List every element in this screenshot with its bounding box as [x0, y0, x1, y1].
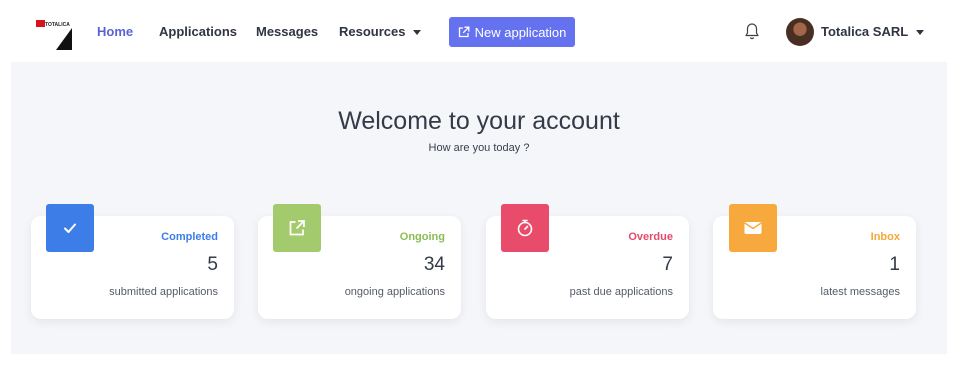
nav-link-resources[interactable]: Resources [339, 24, 422, 39]
page-subtitle: How are you today ? [428, 142, 530, 154]
stat-tile-ongoing [273, 204, 321, 252]
stat-count: 34 [423, 254, 445, 275]
stat-count: 1 [889, 254, 900, 275]
stat-tile-overdue [501, 204, 549, 252]
external-link-icon [289, 220, 305, 236]
stat-tile-completed [46, 204, 94, 252]
stat-description: ongoing applications [344, 286, 445, 298]
new-application-label: New application [474, 24, 567, 40]
top-navbar: TOTALICA Home Applications Messages Reso… [0, 0, 958, 62]
stat-title: Ongoing [399, 231, 445, 243]
new-application-button[interactable]: New application [449, 17, 575, 47]
stat-count: 7 [662, 254, 673, 275]
nav-link-messages[interactable]: Messages [256, 24, 318, 39]
stat-title: Overdue [628, 231, 673, 243]
stat-description: submitted applications [109, 286, 218, 298]
stat-title: Inbox [870, 231, 900, 243]
user-menu[interactable]: Totalica SARL [821, 24, 925, 39]
chevron-down-icon [413, 30, 422, 36]
stat-description: latest messages [820, 286, 900, 298]
nav-link-home[interactable]: Home [97, 24, 133, 39]
bell-icon[interactable] [744, 22, 760, 40]
dashboard-panel: Welcome to your account How are you toda… [11, 62, 947, 354]
nav-link-resources-label: Resources [339, 24, 406, 39]
stat-description: past due applications [569, 286, 673, 298]
chevron-down-icon [916, 30, 925, 36]
stat-tile-inbox [729, 204, 777, 252]
svg-text:TOTALICA: TOTALICA [45, 22, 70, 28]
user-name: Totalica SARL [821, 24, 909, 39]
stopwatch-icon [517, 219, 533, 237]
envelope-icon [744, 222, 762, 234]
external-link-icon [458, 26, 470, 38]
page-title: Welcome to your account [338, 107, 620, 135]
stat-title: Completed [161, 231, 218, 243]
avatar[interactable] [786, 18, 814, 46]
check-icon [64, 223, 76, 233]
stat-count: 5 [207, 254, 218, 275]
nav-link-applications[interactable]: Applications [159, 24, 237, 39]
company-logo[interactable]: TOTALICA [36, 14, 72, 50]
